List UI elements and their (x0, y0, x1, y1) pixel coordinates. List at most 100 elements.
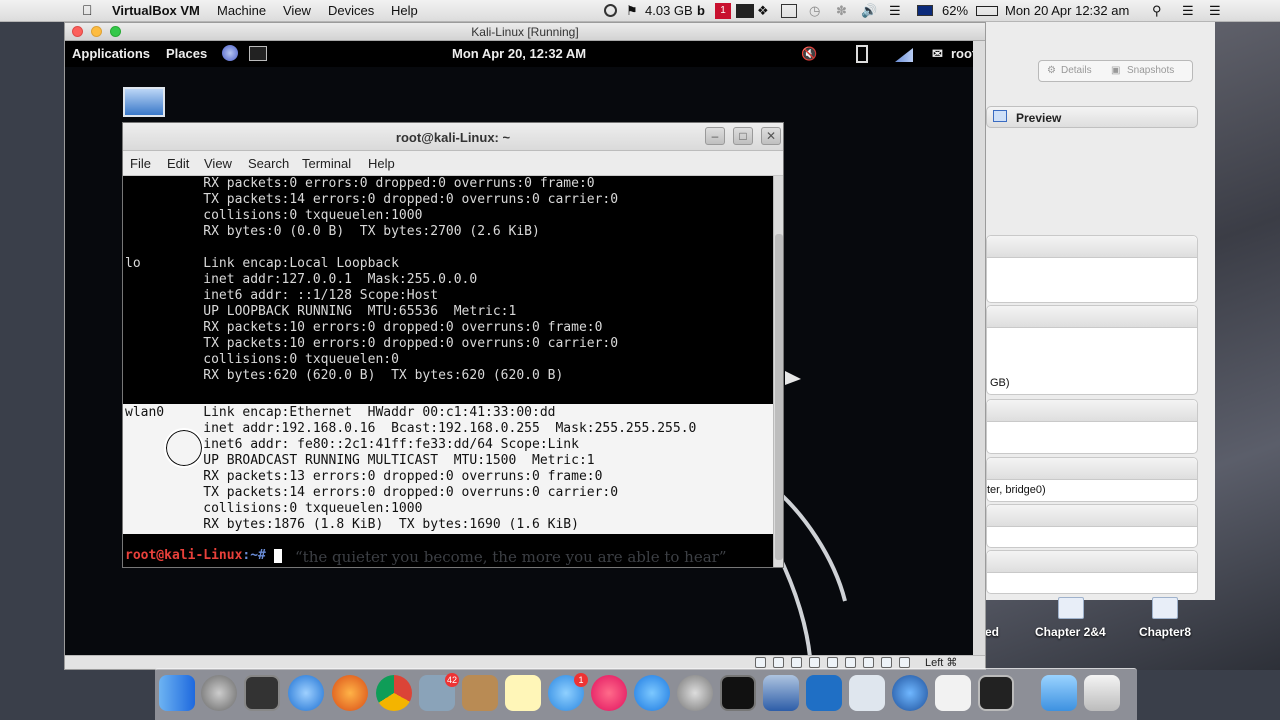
activity-monitor-icon[interactable] (720, 675, 756, 711)
cpu-icon[interactable] (881, 657, 892, 668)
terminal-icon[interactable] (978, 675, 1014, 711)
minimize-icon[interactable]: – (705, 127, 725, 145)
shell-prompt[interactable]: root@kali-Linux:~# (125, 548, 282, 564)
menu-view[interactable]: View (204, 156, 232, 171)
virtualbox-icon[interactable] (763, 675, 799, 711)
guest-clock[interactable]: Mon Apr 20, 12:32 AM (452, 46, 586, 61)
clock[interactable]: Mon 20 Apr 12:32 am (1005, 3, 1129, 18)
record-icon[interactable] (604, 4, 617, 17)
battery-icon[interactable] (856, 45, 868, 63)
volume-muted-icon[interactable]: 🔇 (801, 46, 817, 62)
desktop-file-label[interactable]: Chapter 2&4 (1035, 625, 1106, 639)
optical-drive-icon[interactable] (773, 657, 784, 668)
terminal-launcher-icon[interactable] (249, 46, 267, 61)
desktop-file-label[interactable]: ed (985, 625, 999, 639)
maximize-icon[interactable]: □ (733, 127, 753, 145)
menu-view[interactable]: View (283, 3, 311, 18)
browser-launcher-icon[interactable] (222, 45, 238, 61)
safari-icon[interactable] (288, 675, 324, 711)
quicktime-icon[interactable] (892, 675, 928, 711)
bluetooth-icon[interactable]: ✽ (836, 3, 847, 19)
close-icon[interactable]: ✕ (761, 127, 781, 145)
menu-help[interactable]: Help (368, 156, 395, 171)
terminal-line: RX packets:10 errors:0 dropped:0 overrun… (125, 320, 603, 335)
menu-edit[interactable]: Edit (167, 156, 189, 171)
shared-folders-icon[interactable] (809, 657, 820, 668)
details-section (986, 235, 1198, 303)
outlook-icon[interactable] (806, 675, 842, 711)
finder-icon[interactable] (159, 675, 195, 711)
battery-icon[interactable] (976, 6, 998, 16)
menu-extra-icon[interactable]: ☰ (1209, 3, 1221, 19)
list-icon[interactable]: ☰ (1182, 3, 1194, 19)
bold-b-icon[interactable]: b (697, 3, 705, 18)
details-section: ter, bridge0) (986, 457, 1198, 502)
menu-devices[interactable]: Devices (328, 3, 374, 18)
menu-file[interactable]: File (130, 156, 151, 171)
network-icon[interactable] (895, 48, 913, 62)
menu-terminal[interactable]: Terminal (302, 156, 351, 171)
contacts-icon[interactable] (462, 675, 498, 711)
places-menu[interactable]: Places (166, 46, 207, 61)
wallpaper-quote: “the quieter you become, the more you ar… (295, 548, 727, 566)
firefox-icon[interactable] (332, 675, 368, 711)
terminal-line: TX packets:14 errors:0 dropped:0 overrun… (125, 192, 619, 207)
menu-machine[interactable]: Machine (217, 3, 266, 18)
itunes-icon[interactable] (591, 675, 627, 711)
scrollbar-thumb[interactable] (775, 234, 783, 560)
search-icon[interactable]: ⚲ (1152, 3, 1162, 19)
system-preferences-icon[interactable] (677, 675, 713, 711)
computer-desktop-icon[interactable] (123, 87, 165, 117)
document-icon[interactable] (1152, 597, 1178, 619)
vm-titlebar[interactable]: Kali-Linux [Running] (65, 23, 985, 41)
details-section (986, 399, 1198, 454)
prompt-user: root@kali-Linux (125, 548, 243, 563)
snapshots-tab-icon[interactable]: ▣ (1111, 65, 1120, 76)
hdd-icon[interactable] (755, 657, 766, 668)
app-menu[interactable]: VirtualBox VM (112, 3, 200, 18)
dropbox-icon[interactable]: ❖ (757, 3, 769, 19)
chat-icon[interactable]: ✉ (932, 46, 943, 62)
document-icon[interactable] (1058, 597, 1084, 619)
mission-control-icon[interactable] (244, 675, 280, 711)
gnome-top-panel: Applications Places Mon Apr 20, 12:32 AM… (65, 41, 973, 67)
time-machine-icon[interactable]: ◷ (809, 3, 820, 19)
preview-section-header[interactable]: Preview (986, 106, 1198, 128)
chrome-icon[interactable] (376, 675, 412, 711)
tab-details[interactable]: Details (1061, 65, 1092, 76)
volume-icon[interactable]: 🔊 (861, 3, 877, 19)
trash-icon[interactable] (1084, 675, 1120, 711)
preview-icon[interactable] (849, 675, 885, 711)
notes-icon[interactable] (505, 675, 541, 711)
user-menu[interactable]: root (951, 46, 973, 61)
folder-icon[interactable] (1041, 675, 1077, 711)
apple-menu-icon[interactable]:  (82, 2, 93, 18)
menu-search[interactable]: Search (248, 156, 289, 171)
terminal-output[interactable]: RX packets:0 errors:0 dropped:0 overruns… (123, 176, 773, 567)
screen-icon[interactable] (736, 4, 754, 18)
mail-icon[interactable]: 42 (419, 673, 459, 711)
memory-icon[interactable]: ⚑ (626, 3, 638, 19)
applications-menu[interactable]: Applications (72, 46, 150, 61)
messages-icon[interactable]: 1 (548, 673, 588, 711)
terminal-scrollbar[interactable] (773, 176, 783, 567)
recording-icon[interactable] (863, 657, 874, 668)
airplay-icon[interactable] (781, 4, 797, 18)
flag-icon[interactable] (917, 5, 933, 16)
terminal-titlebar[interactable]: root@kali-Linux: ~ – □ ✕ (123, 123, 783, 151)
tab-snapshots[interactable]: Snapshots (1127, 65, 1174, 76)
details-tab-icon[interactable]: ⚙ (1047, 65, 1056, 76)
wifi-icon[interactable]: ☰ (889, 3, 901, 19)
terminal-line: RX bytes:1876 (1.8 KiB) TX bytes:1690 (1… (125, 517, 579, 532)
menu-help[interactable]: Help (391, 3, 418, 18)
usb-icon[interactable] (791, 657, 802, 668)
launchpad-icon[interactable] (201, 675, 237, 711)
desktop-file-label[interactable]: Chapter8 (1139, 625, 1191, 639)
app-store-icon[interactable] (634, 675, 670, 711)
network-icon[interactable] (845, 657, 856, 668)
terminal-line: collisions:0 txqueuelen:1000 (125, 208, 423, 223)
textedit-icon[interactable] (935, 675, 971, 711)
notification-badge[interactable]: 1 (715, 3, 731, 19)
mouse-integration-icon[interactable] (899, 657, 910, 668)
display-icon[interactable] (827, 657, 838, 668)
